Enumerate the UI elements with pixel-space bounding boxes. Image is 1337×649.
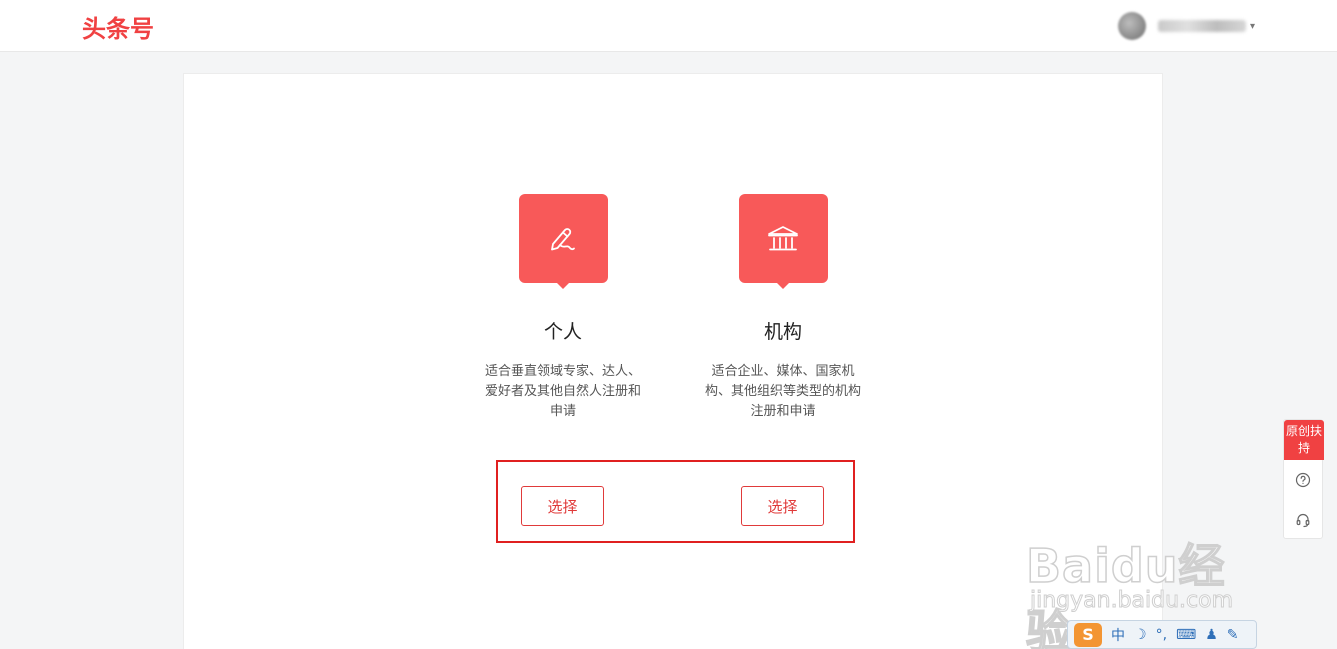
- option-personal-title: 个人: [543, 321, 582, 343]
- tool-icon[interactable]: ✎: [1227, 627, 1239, 643]
- institution-icon: [738, 194, 828, 289]
- user-menu[interactable]: ▾: [1118, 12, 1255, 40]
- headset-icon[interactable]: [1284, 500, 1322, 540]
- option-organization-title: 机构: [763, 321, 802, 343]
- moon-icon[interactable]: ☽: [1134, 627, 1147, 643]
- watermark-url: jingyan.baidu.com: [1029, 588, 1234, 614]
- option-personal-description: 适合垂直领域专家、达人、爱好者及其他自然人注册和申请: [484, 364, 641, 419]
- option-organization-description: 适合企业、媒体、国家机构、其他组织等类型的机构注册和申请: [704, 364, 861, 419]
- user-icon[interactable]: ♟: [1205, 627, 1218, 643]
- original-support-button[interactable]: 原创扶持: [1284, 420, 1324, 460]
- avatar[interactable]: [1118, 12, 1146, 40]
- account-type-card: [183, 73, 1163, 649]
- question-icon[interactable]: [1284, 460, 1322, 500]
- select-personal-button[interactable]: 选择: [521, 486, 604, 526]
- top-bar: 头条号 ▾: [0, 0, 1337, 52]
- select-organization-button[interactable]: 选择: [741, 486, 824, 526]
- sogou-logo-icon[interactable]: S: [1074, 622, 1102, 647]
- option-personal: 个人 适合垂直领域专家、达人、爱好者及其他自然人注册和申请: [473, 194, 653, 422]
- pen-icon: [518, 194, 608, 289]
- punctuation-icon[interactable]: °,: [1156, 627, 1167, 643]
- baidu-jingyan-watermark: Baidu经验 jingyan.baidu.com: [1025, 502, 1266, 649]
- chevron-down-icon[interactable]: ▾: [1250, 21, 1255, 32]
- toutiaohao-logo[interactable]: 头条号: [82, 9, 154, 44]
- side-toolbar: 原创扶持: [1283, 419, 1324, 540]
- ime-toolbar: S 中 ☽ °, ⌨ ♟ ✎: [1067, 620, 1257, 649]
- ime-mode-chinese[interactable]: 中: [1111, 625, 1125, 645]
- username-blurred[interactable]: [1158, 20, 1246, 32]
- option-organization: 机构 适合企业、媒体、国家机构、其他组织等类型的机构注册和申请: [693, 194, 873, 422]
- keyboard-icon[interactable]: ⌨: [1176, 627, 1196, 643]
